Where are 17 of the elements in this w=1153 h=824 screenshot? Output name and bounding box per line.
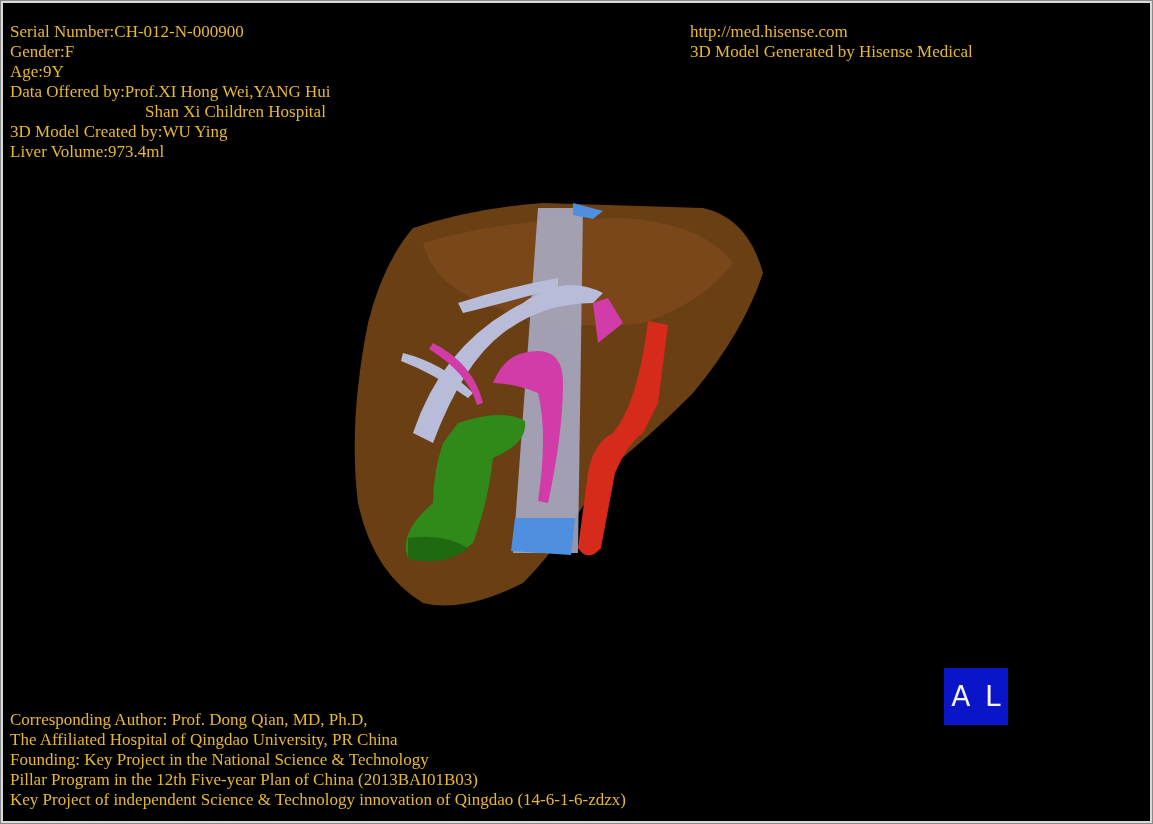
info-text: Gender:F xyxy=(10,42,75,62)
footer-text: The Affiliated Hospital of Qingdao University, PR China xyxy=(10,730,398,750)
footer-text: Pillar Program in the 12th Five-year Plan of China (2013BAI01B03) xyxy=(10,770,478,790)
info-text: Serial Number:CH-012-N-000900 xyxy=(10,22,244,42)
cube-face-label: L xyxy=(985,682,1001,711)
footer-text: Founding: Key Project in the National Science & Technology xyxy=(10,750,429,770)
info-text: Data Offered by:Prof.XI Hong Wei,YANG Hui xyxy=(10,82,331,102)
cube-face-label: A xyxy=(951,682,971,711)
info-text: Age:9Y xyxy=(10,62,64,82)
credit-text: 3D Model Generated by Hisense Medical xyxy=(690,42,973,62)
info-text: Shan Xi Children Hospital xyxy=(145,102,326,122)
orientation-cube[interactable]: A L xyxy=(944,668,1008,725)
footer-text: Corresponding Author: Prof. Dong Qian, MD, Ph.D, xyxy=(10,710,368,730)
credit-text: http://med.hisense.com xyxy=(690,22,848,42)
footer-text: Key Project of independent Science & Technology innovation of Qingdao (14-6-1-6-zdzx) xyxy=(10,790,626,810)
info-text: 3D Model Created by:WU Ying xyxy=(10,122,228,142)
info-text: Liver Volume:973.4ml xyxy=(10,142,165,162)
